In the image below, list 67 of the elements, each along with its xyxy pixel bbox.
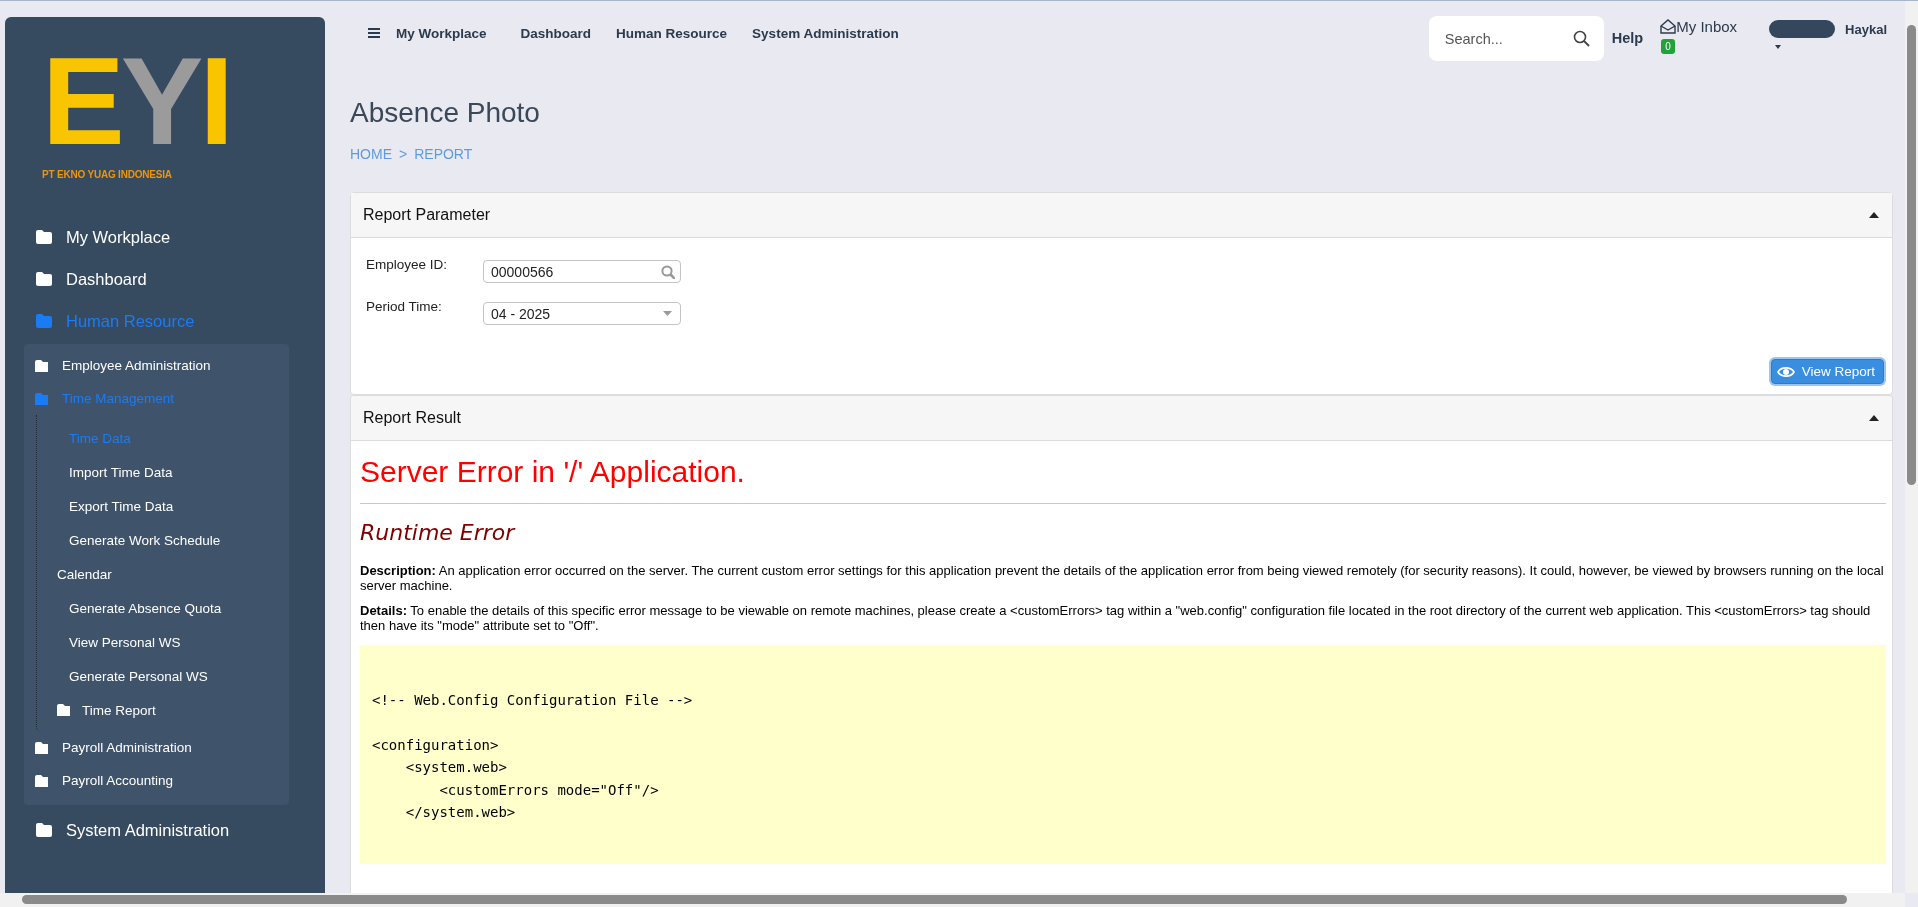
error-subheading: Runtime Error <box>360 520 517 545</box>
folder-icon <box>57 704 70 716</box>
help-link[interactable]: Help <box>1611 30 1644 46</box>
eye-icon <box>1776 364 1795 379</box>
scrollbar-thumb[interactable] <box>22 895 1847 904</box>
error-heading: Server Error in '/' Application. <box>360 455 746 489</box>
inbox-count-badge: 0 <box>1661 39 1675 54</box>
collapse-caret-icon[interactable] <box>1869 212 1879 218</box>
caret-icon[interactable] <box>1775 45 1783 50</box>
sidebar-item[interactable]: Dashboard <box>5 258 325 300</box>
nav-link[interactable]: System Administration <box>752 25 899 41</box>
field-label: Employee ID: <box>366 256 449 272</box>
sidebar-item[interactable]: Export Time Data <box>37 489 289 523</box>
folder-icon <box>35 359 48 372</box>
period-dropdown[interactable]: 04 - 2025 <box>483 302 681 325</box>
sidebar-item[interactable]: Generate Work Schedule <box>37 523 289 557</box>
folder-icon <box>36 314 52 328</box>
search-icon[interactable] <box>661 264 675 279</box>
sidebar-item[interactable]: Payroll Accounting <box>24 764 289 797</box>
breadcrumb-separator: > <box>399 146 408 162</box>
horizontal-scrollbar[interactable] <box>0 893 1905 907</box>
error-paragraph: Description: An application error occurred on the server. The current custom error settings for this application prevent the details of the application error from being viewed remotely (for security reasons). It could, however, be viewed by browsers running on the local server machine. <box>360 563 1885 593</box>
panel-header[interactable]: Report Parameter <box>351 193 1892 238</box>
logo-mark: EYI <box>42 45 231 157</box>
sidebar-item[interactable]: Time Report <box>37 693 289 727</box>
search-field[interactable]: Search... <box>1428 16 1604 61</box>
sidebar-item[interactable]: Generate Absence Quota <box>37 591 289 625</box>
folder-icon <box>36 230 52 244</box>
caret-icon <box>663 311 672 316</box>
code-line: </system.web> <box>404 803 517 822</box>
vertical-scrollbar[interactable] <box>1905 1 1918 893</box>
panel-title: Report Result <box>363 409 461 427</box>
inbox-link[interactable]: My Inbox <box>1660 16 1738 35</box>
company-name: PT EKNO YUAG INDONESIA <box>42 169 173 180</box>
panel-title: Report Parameter <box>363 206 491 224</box>
collapse-caret-icon[interactable] <box>1869 415 1879 421</box>
panel-header[interactable]: Report Result <box>351 396 1892 441</box>
user-name[interactable]: Haykal <box>1845 20 1887 50</box>
envelope-icon <box>1660 19 1677 34</box>
nav-link[interactable]: Human Resource <box>616 25 728 41</box>
code-line: <customErrors mode="Off"/> <box>438 780 660 800</box>
sidebar-item[interactable]: Payroll Administration <box>24 731 289 764</box>
field-label: Period Time: <box>366 298 443 314</box>
folder-icon <box>35 741 48 754</box>
avatar-photo-placeholder[interactable] <box>1769 20 1836 38</box>
sidebar-item[interactable]: System Administration <box>5 809 325 851</box>
code-line: <system.web> <box>404 758 508 777</box>
search-icon <box>1572 30 1590 47</box>
folder-icon <box>35 774 48 787</box>
code-line: <configuration> <box>372 735 500 755</box>
code-line: <!-- Web.Config Configuration File --> <box>372 691 694 710</box>
sidebar-item[interactable]: My Workplace <box>5 216 325 258</box>
menu-icon <box>368 28 380 38</box>
page-title: Absence Photo <box>350 97 541 129</box>
error-paragraph: Details: To enable the details of this specific error message to be viewable on remote machines, please create a <customErrors> tag within a "web.config" configuration file located in the root directory of the current web application. This <customErrors> tag should then have its "mode" attribute set to "Off". <box>360 603 1872 633</box>
folder-icon <box>36 272 52 286</box>
folder-icon <box>35 392 48 405</box>
sidebar-item[interactable]: Import Time Data <box>37 455 289 489</box>
sidebar-item[interactable]: Generate Personal WS <box>37 659 289 693</box>
nav-link[interactable]: Dashboard <box>520 25 592 41</box>
nav-link[interactable]: My Workplace <box>396 25 487 41</box>
employee-id-field[interactable]: 00000566 <box>483 260 681 283</box>
sidebar-item[interactable]: Employee Administration <box>24 349 289 382</box>
scrollbar-thumb[interactable] <box>1907 25 1916 485</box>
sidebar-item[interactable]: View Personal WS <box>37 625 289 659</box>
folder-icon <box>36 823 52 837</box>
sidebar-item[interactable]: Calendar <box>37 557 289 591</box>
